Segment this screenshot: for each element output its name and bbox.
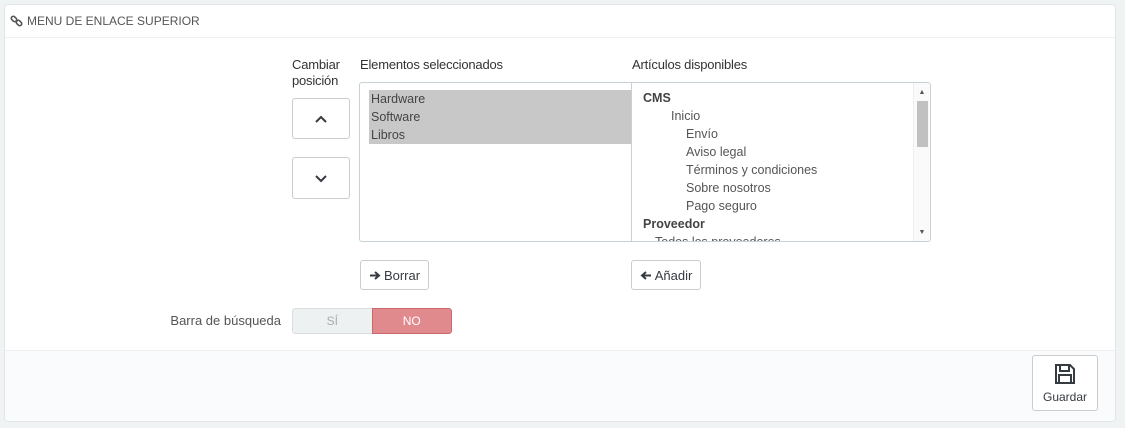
scroll-down-arrow-icon[interactable]: ▼	[914, 225, 930, 239]
change-position-label-line1: Cambiar	[292, 57, 340, 72]
add-button-label: Añadir	[654, 267, 693, 283]
search-bar-label: Barra de búsqueda	[170, 313, 281, 328]
save-button[interactable]: Guardar	[1032, 355, 1098, 411]
move-down-button[interactable]	[292, 157, 350, 199]
selected-item[interactable]: Hardware	[369, 90, 632, 108]
panel-heading: MENU DE ENLACE SUPERIOR	[5, 5, 1115, 38]
scrollbar-thumb[interactable]	[917, 101, 928, 147]
available-items-label: Artículos disponibles	[632, 57, 748, 72]
list-item[interactable]: Todos los proveedores	[655, 233, 781, 241]
add-button[interactable]: Añadir	[631, 260, 701, 290]
selected-items-listbox[interactable]: Hardware Software Libros	[359, 82, 632, 242]
list-item[interactable]: Envío	[686, 125, 718, 143]
listbox-scrollbar[interactable]: ▲ ▼	[913, 83, 930, 241]
panel-title: MENU DE ENLACE SUPERIOR	[27, 14, 200, 28]
remove-button-label: Borrar	[383, 267, 421, 283]
floppy-disk-icon	[1053, 362, 1077, 386]
available-items-listbox[interactable]: CMS Inicio Envío Aviso legal Términos y …	[631, 82, 931, 242]
list-item[interactable]: Aviso legal	[686, 143, 746, 161]
selected-item[interactable]: Libros	[369, 126, 632, 144]
link-icon	[10, 14, 24, 28]
list-item[interactable]: Pago seguro	[686, 197, 757, 215]
remove-button[interactable]: Borrar	[360, 260, 429, 290]
list-item[interactable]: Sobre nosotros	[686, 179, 771, 197]
save-button-label: Guardar	[1042, 390, 1088, 404]
chevron-down-icon	[315, 171, 327, 186]
change-position-label-line2: posición	[292, 73, 339, 88]
scroll-up-arrow-icon[interactable]: ▲	[914, 85, 930, 99]
list-item[interactable]: Inicio	[671, 107, 700, 125]
list-item[interactable]: CMS	[643, 89, 671, 107]
change-position-label: Cambiar posición	[292, 57, 340, 89]
list-item[interactable]: Términos y condiciones	[686, 161, 817, 179]
chevron-up-icon	[315, 111, 327, 126]
list-item[interactable]: Proveedor	[643, 215, 705, 233]
arrow-right-icon	[369, 270, 381, 281]
search-bar-switch[interactable]: SÍ NO	[292, 308, 452, 334]
switch-option-no[interactable]: NO	[371, 308, 452, 334]
switch-option-yes[interactable]: SÍ	[292, 308, 372, 334]
selected-items-label: Elementos seleccionados	[360, 57, 503, 72]
move-up-button[interactable]	[292, 98, 350, 139]
selected-item[interactable]: Software	[369, 108, 632, 126]
arrow-left-icon	[640, 270, 652, 281]
panel-footer	[5, 350, 1115, 421]
